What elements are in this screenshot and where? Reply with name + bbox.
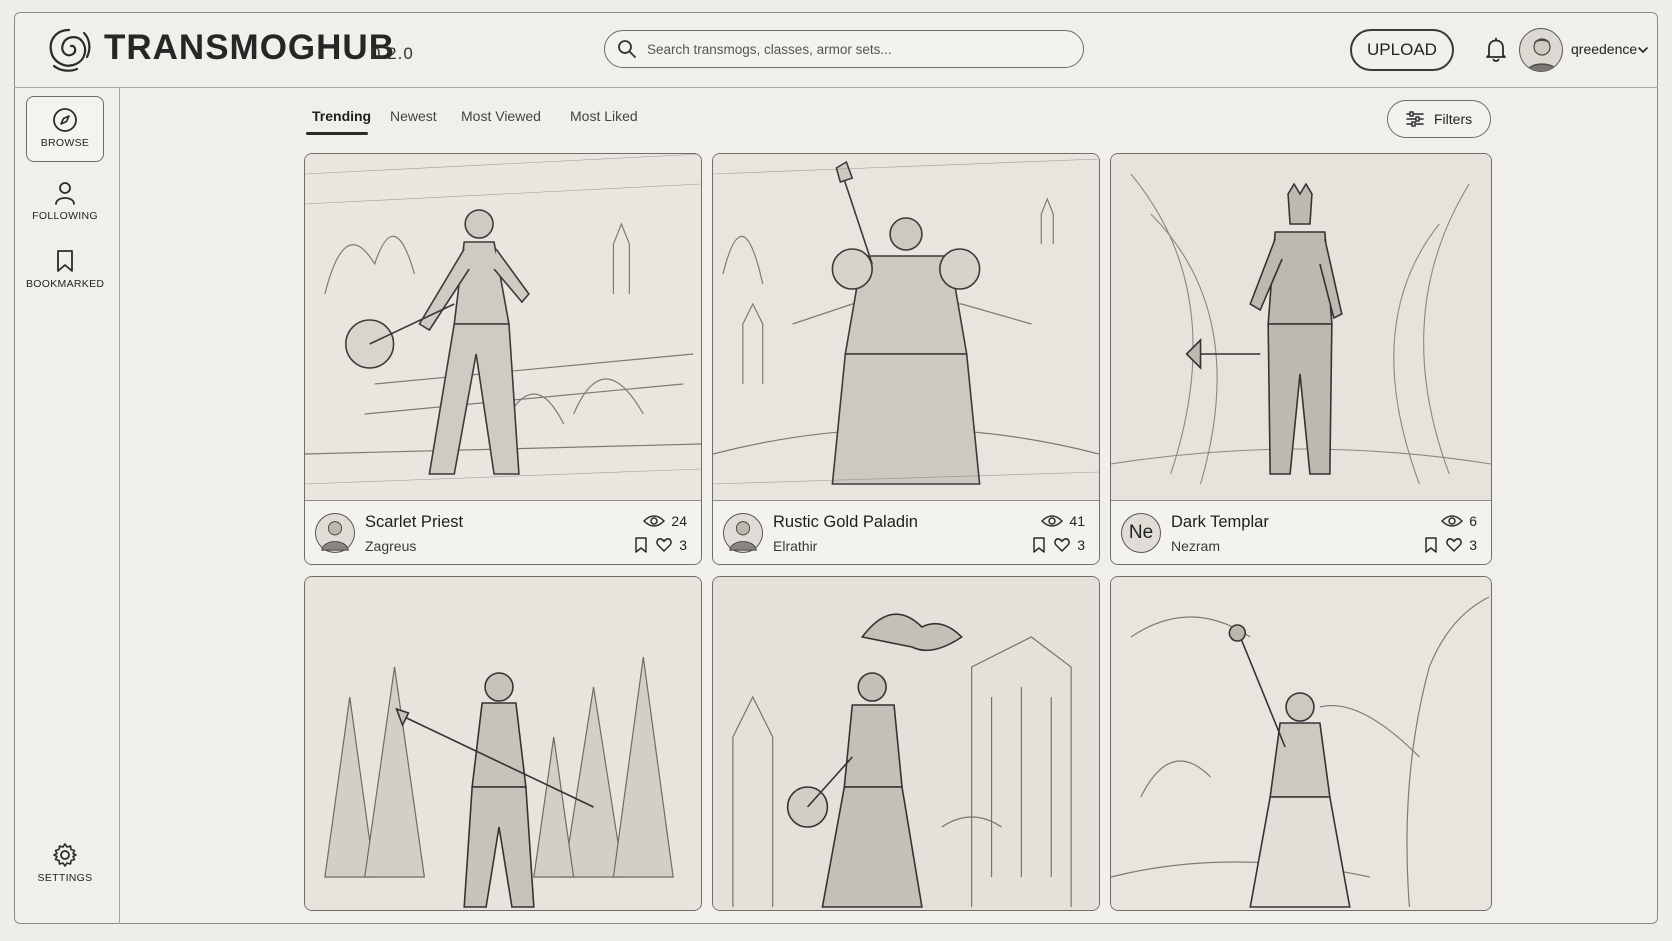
card-title[interactable]: Dark Templar (1171, 513, 1269, 532)
transmog-card[interactable]: Rustic Gold Paladin Elrathir 41 3 (712, 153, 1100, 565)
author-avatar[interactable] (315, 513, 355, 553)
user-portrait-icon (1526, 38, 1558, 71)
card-meta: Rustic Gold Paladin Elrathir 41 3 (713, 500, 1099, 564)
username[interactable]: qreedence (1571, 41, 1637, 57)
bell-icon[interactable] (1482, 36, 1510, 64)
top-bar: TRANSMOGHUB 0.2.0 UPLOAD qreedence (14, 12, 1658, 88)
view-count: 6 (1441, 513, 1477, 529)
card-actions: 3 (633, 537, 687, 553)
filters-button[interactable]: Filters (1387, 100, 1491, 138)
card-author[interactable]: Nezram (1171, 538, 1220, 554)
card-meta: Ne Dark Templar Nezram 6 3 (1111, 500, 1491, 564)
sidebar-item-settings[interactable]: SETTINGS (26, 832, 104, 898)
character-sketch-image (1111, 154, 1491, 502)
app-name[interactable]: TRANSMOGHUB (104, 28, 395, 68)
card-author[interactable]: Zagreus (365, 538, 416, 554)
view-count: 24 (643, 513, 687, 529)
transmog-card[interactable] (1110, 576, 1492, 911)
author-avatar[interactable] (723, 513, 763, 553)
transmog-card[interactable]: Scarlet Priest Zagreus 24 3 (304, 153, 702, 565)
sidebar-item-label: BROWSE (40, 137, 90, 149)
heart-icon[interactable] (1446, 537, 1462, 553)
app-version: 0.2.0 (371, 44, 414, 63)
card-meta: Scarlet Priest Zagreus 24 3 (305, 500, 701, 564)
search-input[interactable] (647, 37, 1067, 61)
search-icon (618, 40, 636, 58)
gear-icon (53, 843, 77, 867)
sidebar-item-label: SETTINGS (37, 872, 93, 884)
heart-icon[interactable] (656, 537, 672, 553)
transmog-image[interactable] (713, 577, 1099, 910)
sidebar-item-label: FOLLOWING (32, 210, 98, 222)
tab-most-liked[interactable]: Most Liked (570, 108, 638, 124)
character-sketch-image (713, 577, 1099, 910)
view-count-value: 41 (1069, 513, 1085, 529)
eye-icon (1441, 515, 1464, 527)
character-sketch-image (305, 154, 701, 502)
compass-icon (53, 108, 77, 132)
transmog-image[interactable] (1111, 577, 1491, 910)
bookmark-icon (57, 250, 73, 272)
upload-button[interactable]: UPLOAD (1350, 29, 1454, 71)
sliders-icon (1406, 111, 1424, 127)
bookmark-icon[interactable] (633, 537, 649, 553)
character-sketch-image (713, 154, 1099, 502)
bookmark-icon[interactable] (1031, 537, 1047, 553)
sidebar-item-browse[interactable]: BROWSE (26, 96, 104, 162)
chevron-down-icon[interactable] (1637, 45, 1649, 55)
swirl-logo-icon[interactable] (44, 24, 94, 74)
transmog-image[interactable] (305, 577, 701, 910)
person-icon (55, 182, 75, 205)
bookmark-icon[interactable] (1423, 537, 1439, 553)
eye-icon (1041, 515, 1064, 527)
tab-trending[interactable]: Trending (312, 108, 371, 124)
tab-label: Trending (312, 108, 372, 124)
heart-icon[interactable] (1054, 537, 1070, 553)
view-count-value: 6 (1469, 513, 1477, 529)
sidebar-item-label: BOOKMARKED (26, 278, 105, 290)
card-title[interactable]: Rustic Gold Paladin (773, 513, 918, 532)
like-count: 3 (1469, 537, 1477, 553)
view-count: 41 (1041, 513, 1085, 529)
character-sketch-image (305, 577, 701, 910)
eye-icon (643, 515, 666, 527)
card-actions: 3 (1031, 537, 1085, 553)
author-avatar[interactable]: Ne (1121, 513, 1161, 553)
sidebar: BROWSE FOLLOWING BOOKMARKED SETTINGS (14, 88, 120, 924)
tab-most-viewed[interactable]: Most Viewed (461, 108, 541, 124)
like-count: 3 (679, 537, 687, 553)
tab-newest[interactable]: Newest (390, 108, 437, 124)
card-author[interactable]: Elrathir (773, 538, 817, 554)
portrait-icon (321, 521, 349, 551)
transmog-image[interactable] (713, 154, 1099, 502)
view-count-value: 24 (671, 513, 687, 529)
sidebar-item-following[interactable]: FOLLOWING (26, 170, 104, 236)
like-count: 3 (1077, 537, 1085, 553)
portrait-icon (729, 521, 757, 551)
character-sketch-image (1111, 577, 1491, 910)
transmog-card[interactable] (304, 576, 702, 911)
transmog-card[interactable]: Ne Dark Templar Nezram 6 3 (1110, 153, 1492, 565)
transmog-image[interactable] (1111, 154, 1491, 502)
transmog-image[interactable] (305, 154, 701, 502)
active-tab-indicator (306, 132, 368, 135)
filters-label: Filters (1434, 111, 1473, 127)
search-bar[interactable] (604, 30, 1084, 68)
card-actions: 3 (1423, 537, 1477, 553)
card-title[interactable]: Scarlet Priest (365, 513, 463, 532)
user-avatar[interactable] (1519, 28, 1563, 72)
sidebar-item-bookmarked[interactable]: BOOKMARKED (26, 238, 104, 304)
transmog-card[interactable] (712, 576, 1100, 911)
